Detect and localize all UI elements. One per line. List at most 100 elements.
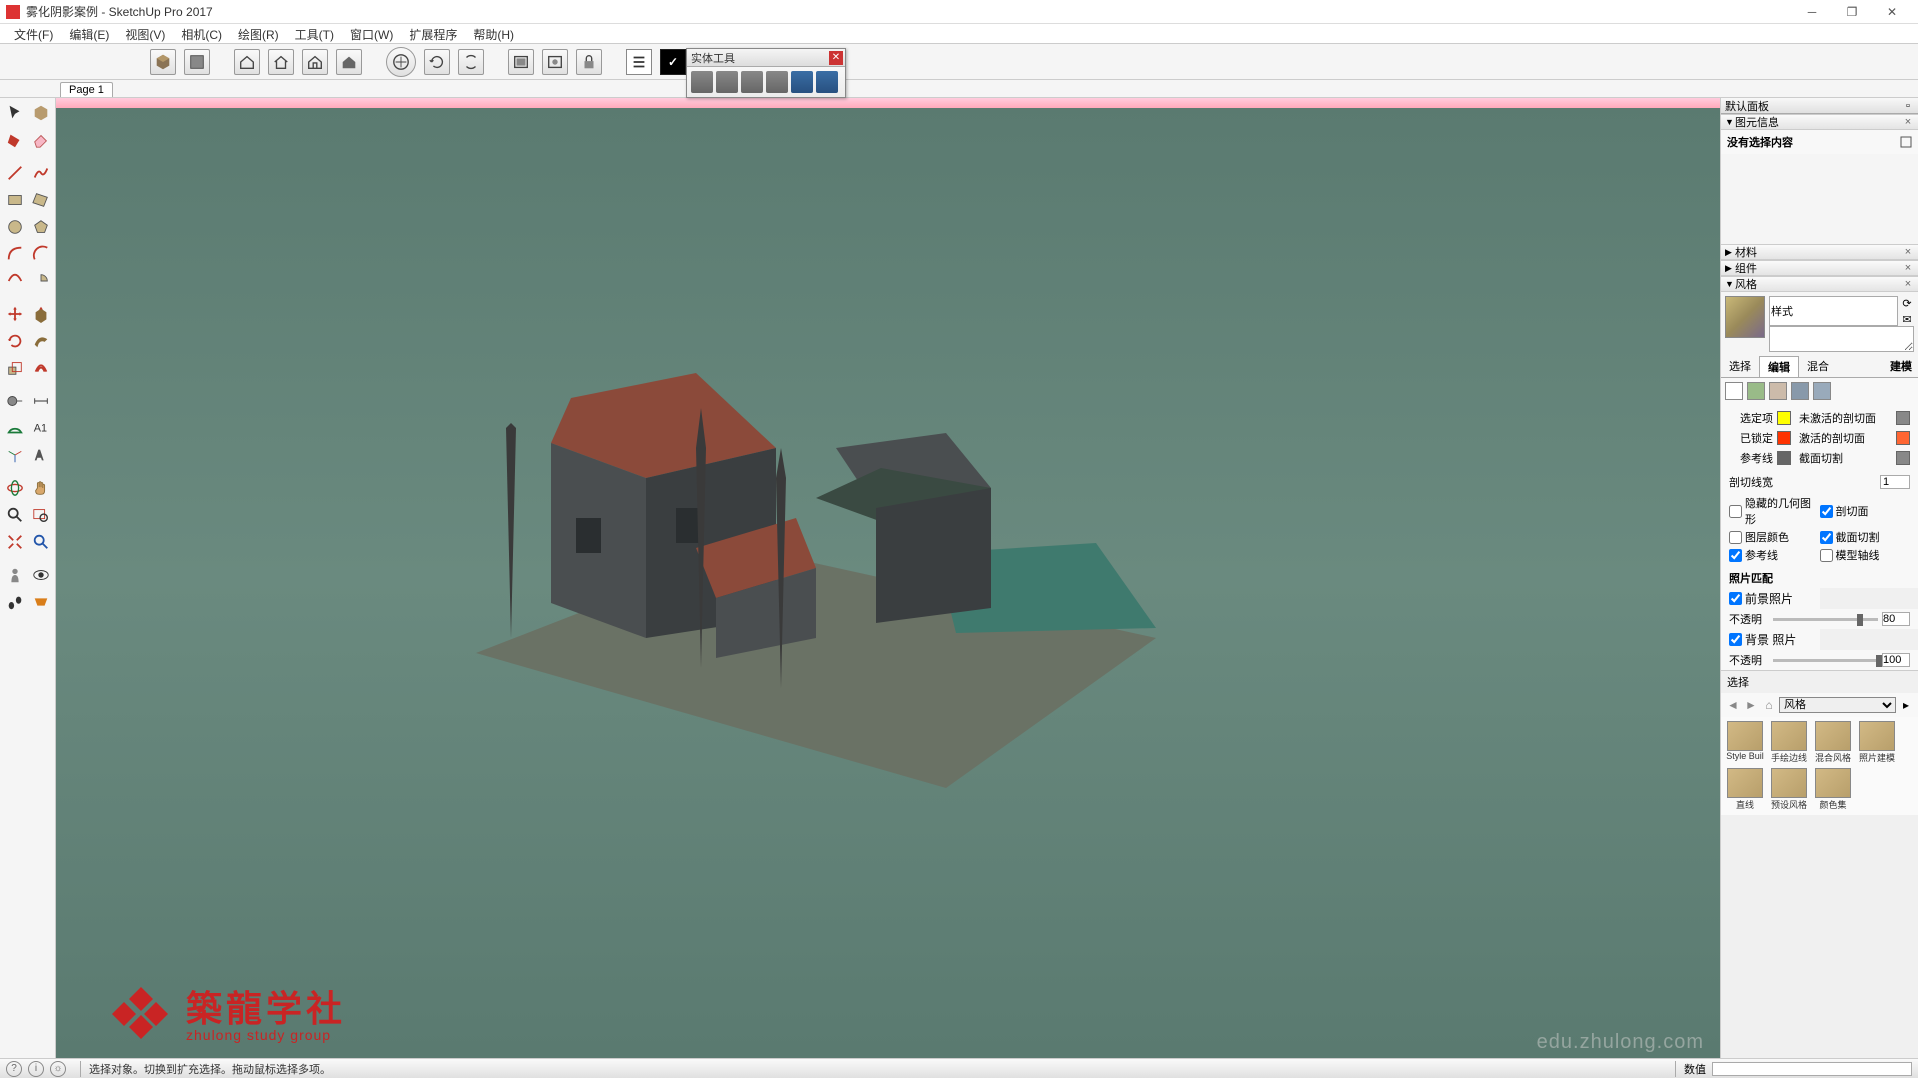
select-tool-icon[interactable]: [4, 102, 26, 124]
styles-close-icon[interactable]: ×: [1902, 278, 1914, 290]
arc-tool-icon[interactable]: [4, 243, 26, 265]
tray-collapse-icon[interactable]: ▫: [1902, 100, 1914, 112]
orbit-tool-icon[interactable]: [4, 477, 26, 499]
minimize-button[interactable]: ─: [1792, 1, 1832, 23]
entity-mini-icon[interactable]: [1900, 136, 1912, 148]
model-axes-checkbox[interactable]: 模型轴线: [1820, 546, 1911, 564]
opacity1-input[interactable]: [1882, 612, 1910, 626]
color-by-layer-checkbox[interactable]: 图层颜色: [1729, 528, 1820, 546]
axes-tool-icon[interactable]: [4, 444, 26, 466]
text-tool-icon[interactable]: A1: [30, 417, 52, 439]
frame2-icon[interactable]: [542, 49, 568, 75]
style-tab-edit[interactable]: 编辑: [1759, 356, 1799, 377]
background-settings-icon[interactable]: [1769, 382, 1787, 400]
scale-tool-icon[interactable]: [4, 357, 26, 379]
section-cut-swatch[interactable]: [1896, 451, 1910, 465]
menu-file[interactable]: 文件(F): [6, 24, 61, 43]
menu-window[interactable]: 窗口(W): [342, 24, 401, 43]
tape-measure-icon[interactable]: [4, 390, 26, 412]
watermark-settings-icon[interactable]: [1791, 382, 1809, 400]
dimension-tool-icon[interactable]: [30, 390, 52, 412]
style-item-0[interactable]: Style Buil: [1725, 721, 1765, 764]
section-planes-checkbox[interactable]: 剖切面: [1820, 494, 1911, 528]
styles-header[interactable]: ▼ 风格 ×: [1721, 276, 1918, 292]
hint-icon-3[interactable]: ☼: [50, 1061, 66, 1077]
style-tab-mix[interactable]: 混合: [1799, 356, 1837, 377]
rotate-tool-icon[interactable]: [4, 330, 26, 352]
circle-nav-icon[interactable]: [386, 47, 416, 77]
section-width-input[interactable]: [1880, 475, 1910, 489]
position-camera-icon[interactable]: [4, 564, 26, 586]
list-icon[interactable]: [626, 49, 652, 75]
active-section-swatch[interactable]: [1896, 431, 1910, 445]
3dtext-tool-icon[interactable]: [30, 444, 52, 466]
solid-tool-1[interactable]: [691, 71, 713, 93]
house2-icon[interactable]: [268, 49, 294, 75]
house4-icon[interactable]: [336, 49, 362, 75]
followme-tool-icon[interactable]: [30, 330, 52, 352]
components-header[interactable]: ▶ 组件 ×: [1721, 260, 1918, 276]
zoom-extents-icon[interactable]: [4, 531, 26, 553]
rotated-rect-icon[interactable]: [30, 189, 52, 211]
style-forward-icon[interactable]: ►: [1743, 697, 1759, 713]
move-tool-icon[interactable]: [4, 303, 26, 325]
group-icon[interactable]: [184, 49, 210, 75]
style-item-5[interactable]: 预设风格: [1769, 768, 1809, 811]
zoom-window-icon[interactable]: [30, 504, 52, 526]
opacity1-slider[interactable]: [1773, 618, 1878, 621]
style-item-1[interactable]: 手绘边线: [1769, 721, 1809, 764]
materials-close-icon[interactable]: ×: [1902, 246, 1914, 258]
circle-tool-icon[interactable]: [4, 216, 26, 238]
menu-draw[interactable]: 绘图(R): [230, 24, 287, 43]
viewport-3d[interactable]: 築龍学社 zhulong study group edu.zhulong.com: [56, 98, 1720, 1058]
menu-help[interactable]: 帮助(H): [465, 24, 522, 43]
style-modeling-action[interactable]: 建模: [1884, 356, 1918, 377]
cycle-icon[interactable]: [458, 49, 484, 75]
style-back-icon[interactable]: ◄: [1725, 697, 1741, 713]
guides-checkbox[interactable]: 参考线: [1729, 546, 1820, 564]
solid-tool-4[interactable]: [766, 71, 788, 93]
frame1-icon[interactable]: [508, 49, 534, 75]
menu-tools[interactable]: 工具(T): [287, 24, 342, 43]
inactive-section-swatch[interactable]: [1896, 411, 1910, 425]
refresh-icon[interactable]: [424, 49, 450, 75]
style-go-icon[interactable]: ▸: [1898, 698, 1914, 712]
solid-tool-2[interactable]: [716, 71, 738, 93]
maximize-button[interactable]: ❐: [1832, 1, 1872, 23]
foreground-photo-checkbox[interactable]: 前景照片: [1721, 588, 1820, 609]
face-settings-icon[interactable]: [1747, 382, 1765, 400]
style-home-icon[interactable]: ⌂: [1761, 697, 1777, 713]
materials-header[interactable]: ▶ 材料 ×: [1721, 244, 1918, 260]
solid-tool-6[interactable]: [816, 71, 838, 93]
menu-edit[interactable]: 编辑(E): [61, 24, 117, 43]
menu-camera[interactable]: 相机(C): [173, 24, 230, 43]
style-item-6[interactable]: 颜色集: [1813, 768, 1853, 811]
menu-view[interactable]: 视图(V): [117, 24, 173, 43]
eraser-icon[interactable]: [30, 129, 52, 151]
style-tab-select[interactable]: 选择: [1721, 356, 1759, 377]
arc3-tool-icon[interactable]: [4, 270, 26, 292]
components-close-icon[interactable]: ×: [1902, 262, 1914, 274]
style-new-icon[interactable]: ✉: [1900, 312, 1914, 326]
style-item-4[interactable]: 直线: [1725, 768, 1765, 811]
modeling-settings-icon[interactable]: [1813, 382, 1831, 400]
style-name-input[interactable]: [1769, 296, 1898, 326]
hint-icon-2[interactable]: i: [28, 1061, 44, 1077]
style-desc-input[interactable]: [1769, 326, 1914, 352]
edge-settings-icon[interactable]: [1725, 382, 1743, 400]
locked-color-swatch[interactable]: [1777, 431, 1791, 445]
style-item-2[interactable]: 混合风格: [1813, 721, 1853, 764]
solid-tool-3[interactable]: [741, 71, 763, 93]
guide-color-swatch[interactable]: [1777, 451, 1791, 465]
make-component-icon[interactable]: [30, 102, 52, 124]
arc2-tool-icon[interactable]: [30, 243, 52, 265]
protractor-icon[interactable]: [4, 417, 26, 439]
paint-bucket-icon[interactable]: [4, 129, 26, 151]
entity-info-close-icon[interactable]: ×: [1902, 116, 1914, 128]
lock-icon[interactable]: [576, 49, 602, 75]
solid-tools-close-icon[interactable]: ✕: [829, 51, 843, 65]
look-around-icon[interactable]: [30, 564, 52, 586]
freehand-tool-icon[interactable]: [30, 162, 52, 184]
style-refresh-icon[interactable]: ⟳: [1900, 296, 1914, 310]
hint-icon-1[interactable]: ?: [6, 1061, 22, 1077]
